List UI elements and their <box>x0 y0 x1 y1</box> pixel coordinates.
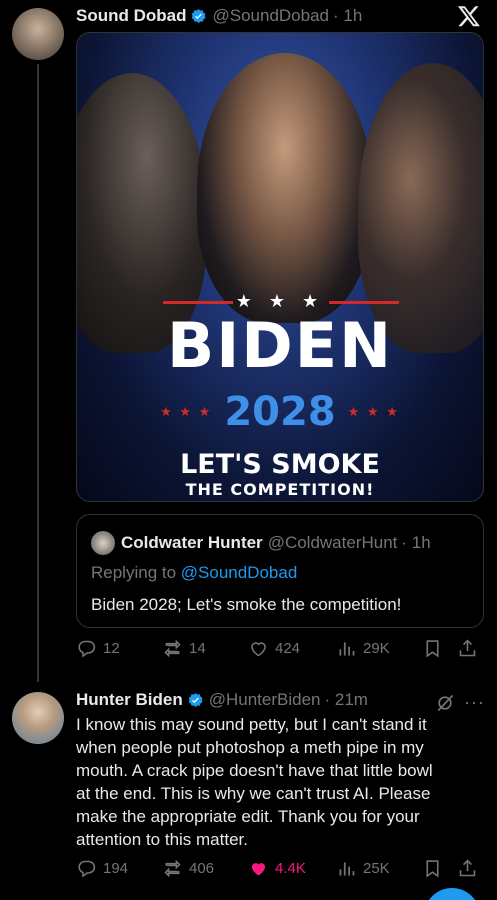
x-logo-icon[interactable] <box>457 4 481 28</box>
timestamp[interactable]: · 21m <box>325 690 368 710</box>
avatar[interactable] <box>12 8 64 60</box>
thread-line <box>37 64 39 682</box>
repost-icon <box>164 859 181 878</box>
replying-mention[interactable]: @SoundDobad <box>181 563 298 582</box>
reply-count: 12 <box>103 640 120 657</box>
views-button[interactable]: 29K <box>336 638 390 659</box>
tweet-text: I know this may sound petty, but I can't… <box>76 715 433 849</box>
like-button[interactable]: 424 <box>248 638 300 659</box>
verified-badge-icon <box>188 692 203 707</box>
views-count: 29K <box>363 640 390 657</box>
bookmark-icon <box>426 860 439 878</box>
poster-slogan-line1: LET'S SMOKE <box>180 449 380 480</box>
poster-year: 2028 <box>224 389 336 435</box>
reply-icon <box>78 860 96 878</box>
repost-icon <box>164 639 181 658</box>
quoted-tweet[interactable]: Coldwater Hunter @ColdwaterHunt · 1h Rep… <box>76 514 484 628</box>
poster-headline: BIDEN <box>166 309 394 382</box>
avatar[interactable] <box>12 692 64 744</box>
reply-button[interactable]: 194 <box>76 858 128 879</box>
views-button[interactable]: 25K <box>336 858 390 879</box>
share-button[interactable] <box>457 858 478 879</box>
repost-count: 14 <box>189 640 206 657</box>
share-icon <box>459 639 476 657</box>
like-count: 4.4K <box>275 860 306 877</box>
poster-figure-center <box>197 53 372 323</box>
quoted-avatar <box>91 531 115 555</box>
bookmark-icon <box>426 640 439 658</box>
heart-icon <box>251 863 266 876</box>
quoted-tweet-header: Coldwater Hunter @ColdwaterHunt · 1h <box>91 531 431 555</box>
reply-count: 194 <box>103 860 129 877</box>
poster-year-row: ★ ★ ★ 2028 ★ ★ ★ <box>77 389 483 435</box>
tweet-actions: 194 406 4.4K 25K <box>76 858 488 884</box>
tweet-header: Sound Dobad @SoundDobad · 1h <box>76 6 362 26</box>
quoted-timestamp: · 1h <box>401 533 431 552</box>
replying-prefix: Replying to <box>91 563 181 582</box>
author-handle[interactable]: @SoundDobad <box>212 6 329 26</box>
bookmark-button[interactable] <box>422 638 443 659</box>
poster-side-stars: ★ ★ ★ <box>160 404 213 419</box>
like-button[interactable]: 4.4K <box>248 858 306 879</box>
bookmark-button[interactable] <box>422 858 443 879</box>
repost-count: 406 <box>189 860 215 877</box>
author-name[interactable]: Hunter Biden <box>76 690 183 710</box>
quoted-tweet-text: Biden 2028; Let's smoke the competition! <box>91 595 402 614</box>
reply-button[interactable]: 12 <box>76 638 120 659</box>
verified-badge-icon <box>192 8 206 23</box>
repost-button[interactable]: 14 <box>162 638 206 659</box>
share-icon <box>459 859 476 877</box>
author-handle[interactable]: @HunterBiden <box>209 690 321 710</box>
tweet-media-poster[interactable]: ★ ★ ★ BIDEN ★ ★ ★ 2028 ★ ★ ★ LET'S SMOKE… <box>76 32 484 502</box>
repost-button[interactable]: 406 <box>162 858 214 879</box>
tweet-actions: 12 14 424 29K <box>76 638 488 664</box>
author-name[interactable]: Sound Dobad <box>76 6 186 26</box>
views-icon <box>339 642 355 656</box>
views-icon <box>339 862 355 876</box>
tweet-header: Hunter Biden @HunterBiden · 21m <box>76 690 368 710</box>
poster-slogan-line2: THE COMPETITION! <box>185 480 375 499</box>
timestamp[interactable]: · 1h <box>333 6 362 26</box>
like-count: 424 <box>275 640 301 657</box>
replying-to: Replying to @SoundDobad <box>91 563 297 583</box>
share-button[interactable] <box>457 638 478 659</box>
quoted-author-handle: @ColdwaterHunt <box>267 533 398 552</box>
quoted-author-name: Coldwater Hunter <box>121 533 263 552</box>
poster-side-stars: ★ ★ ★ <box>347 404 400 419</box>
views-count: 25K <box>363 860 390 877</box>
heart-icon <box>251 642 266 657</box>
more-icon[interactable]: ··· <box>464 692 485 713</box>
compose-button[interactable] <box>424 888 480 900</box>
grok-icon[interactable] <box>435 693 455 713</box>
reply-icon <box>78 640 96 658</box>
